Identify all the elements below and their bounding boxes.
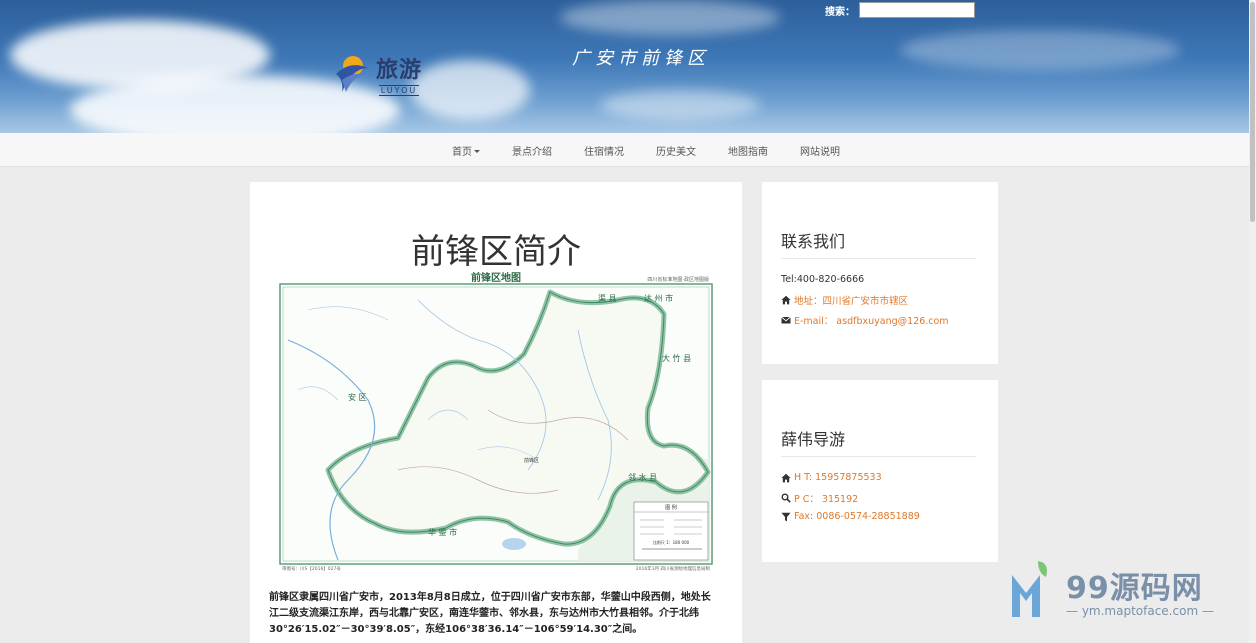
logo-subtitle: LUYOU xyxy=(378,85,420,96)
contact-tel: Tel:400-820-6666 xyxy=(781,274,865,285)
map-label-qianfeng: 前锋区 xyxy=(524,457,539,464)
cloud-decoration xyxy=(600,90,760,120)
home-icon xyxy=(781,473,791,482)
guide-fax[interactable]: Fax: 0086-0574-28851889 xyxy=(781,511,920,522)
divider xyxy=(781,258,976,259)
search-label: 搜索： xyxy=(825,6,855,18)
divider xyxy=(781,456,976,457)
map-number: 审图号：川S【2016】027号 xyxy=(282,565,341,572)
contact-card: 联系我们 Tel:400-820-6666 地址：四川省广安市市辖区 E-mai… xyxy=(762,182,998,364)
map-label-qu-county: 渠 县 xyxy=(598,293,617,303)
filter-icon xyxy=(781,512,791,521)
nav-list: 首页 景点介绍 住宿情况 历史美文 地图指南 网站说明 xyxy=(436,133,856,167)
contact-address[interactable]: 地址：四川省广安市市辖区 xyxy=(781,293,908,307)
nav-item-accommodation[interactable]: 住宿情况 xyxy=(568,143,640,158)
watermark: 99源码网 — ym.maptoface.com — xyxy=(1008,557,1248,637)
guide-title: 薛伟导游 xyxy=(781,430,846,449)
map-label-dazhu: 大 竹 县 xyxy=(662,353,691,363)
contact-email[interactable]: E-mail： asdfbxuyang@126.com xyxy=(781,313,949,327)
search-icon xyxy=(781,493,791,503)
article-title: 前锋区简介 xyxy=(411,232,581,272)
site-name: 广安市前锋区 xyxy=(572,48,710,69)
search-input[interactable] xyxy=(859,2,975,18)
nav-item-map-guide[interactable]: 地图指南 xyxy=(712,143,784,158)
map-label-guangan: 安 区 xyxy=(348,392,367,402)
site-logo[interactable]: 旅游 LUYOU xyxy=(332,52,422,96)
caret-down-icon xyxy=(474,150,480,153)
guide-card: 薛伟导游 H T: 15957875533 P C： 315192 Fax: 0… xyxy=(762,380,998,562)
main-nav: 首页 景点介绍 住宿情况 历史美文 地图指南 网站说明 xyxy=(0,133,1249,167)
map-label-linshui: 邻 水 县 xyxy=(628,472,657,482)
nav-item-home[interactable]: 首页 xyxy=(436,143,496,158)
header-banner: 搜索： 旅游 LUYOU 广安市前锋区 xyxy=(0,0,1249,133)
envelope-icon xyxy=(781,316,791,324)
watermark-logo-icon xyxy=(1012,561,1047,617)
search-box: 搜索： xyxy=(825,2,975,18)
map-publish-note: 2016年3月 四川省测绘地理信息局制 xyxy=(636,565,711,572)
logo-icon xyxy=(332,54,370,94)
cloud-decoration xyxy=(560,0,780,35)
map-legend-title: 图 例 xyxy=(665,504,677,511)
nav-item-history[interactable]: 历史美文 xyxy=(640,143,712,158)
map-label-dazhou: 达 州 市 xyxy=(644,293,673,303)
contact-title: 联系我们 xyxy=(781,232,846,251)
page-scrollbar[interactable] xyxy=(1249,0,1256,643)
watermark-text: 99源码网 xyxy=(1066,571,1203,606)
cloud-decoration xyxy=(900,30,1180,70)
watermark-url: — ym.maptoface.com — xyxy=(1066,604,1214,618)
guide-ht[interactable]: H T: 15957875533 xyxy=(781,472,882,483)
logo-title: 旅游 xyxy=(376,57,423,83)
map-title: 前锋区地图 xyxy=(471,271,521,284)
cloud-decoration xyxy=(410,60,530,120)
district-map: 前锋区地图 四川省标准地图·政区地图版 渠 县 达 州 市 大 竹 县 安 区 … xyxy=(278,270,714,572)
scrollbar-thumb[interactable] xyxy=(1250,2,1255,222)
nav-item-site-info[interactable]: 网站说明 xyxy=(784,143,856,158)
nav-item-attractions[interactable]: 景点介绍 xyxy=(496,143,568,158)
article-body: 前锋区隶属四川省广安市，2013年8月8日成立，位于四川省广安市东部，华蓥山中段… xyxy=(269,592,711,635)
guide-pc[interactable]: P C： 315192 xyxy=(781,491,858,505)
home-icon xyxy=(781,295,791,305)
map-scale-text: 比例尺 1：180 000 xyxy=(653,539,690,545)
map-source-note: 四川省标准地图·政区地图版 xyxy=(647,276,709,283)
map-label-huaying: 华 蓥 市 xyxy=(428,527,457,537)
